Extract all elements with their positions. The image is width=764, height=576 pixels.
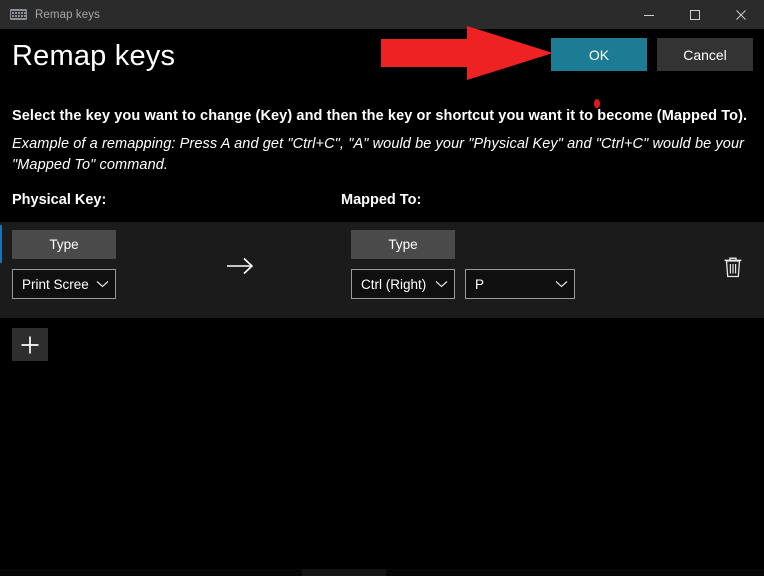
chevron-down-icon	[428, 280, 454, 288]
window-controls	[626, 0, 764, 29]
ok-button[interactable]: OK	[551, 38, 647, 71]
trash-icon	[724, 257, 742, 278]
remap-rows-list: Type Print Scree Type Ctrl (Right) P	[0, 222, 764, 318]
maximize-button[interactable]	[672, 0, 718, 29]
physical-key-select[interactable]: Print Scree	[12, 269, 116, 299]
row-focus-indicator	[0, 225, 2, 263]
column-header-mapped-to: Mapped To:	[341, 192, 422, 208]
mapped-to-value-1: Ctrl (Right)	[361, 276, 427, 292]
keyboard-icon	[10, 9, 27, 20]
taskbar-artifact	[302, 569, 386, 576]
maximize-icon	[690, 9, 700, 20]
red-arrow-annotation	[381, 26, 553, 80]
physical-key-value: Print Scree	[22, 276, 89, 292]
plus-icon	[21, 336, 39, 353]
instruction-example: Example of a remapping: Press A and get …	[12, 136, 745, 173]
close-button[interactable]	[718, 0, 764, 29]
table-row: Type Print Scree Type Ctrl (Right) P	[0, 222, 764, 318]
type-mapped-to-button[interactable]: Type	[351, 230, 455, 259]
mapped-to-select-2[interactable]: P	[465, 269, 575, 299]
title-bar-left: Remap keys	[0, 9, 626, 21]
delete-row-button[interactable]	[719, 253, 747, 281]
cancel-button[interactable]: Cancel	[657, 38, 753, 71]
minimize-icon	[644, 14, 654, 16]
remap-keys-window: Remap keys Remap keys OK Cancel Select t…	[0, 0, 764, 576]
right-arrow-icon	[227, 257, 254, 275]
dialog-action-buttons: OK Cancel	[551, 38, 753, 71]
mapped-to-select-1[interactable]: Ctrl (Right)	[351, 269, 455, 299]
chevron-down-icon	[548, 280, 574, 288]
instruction-primary: Select the key you want to change (Key) …	[12, 108, 748, 124]
close-icon	[736, 9, 746, 20]
page-title: Remap keys	[12, 40, 176, 72]
type-physical-key-button[interactable]: Type	[12, 230, 116, 259]
chevron-down-icon	[89, 280, 115, 288]
add-remap-button[interactable]	[12, 328, 48, 361]
mapped-to-value-2: P	[475, 276, 485, 292]
title-bar: Remap keys	[0, 0, 764, 29]
column-header-physical-key: Physical Key:	[12, 192, 107, 208]
column-headers: Physical Key: Mapped To:	[0, 192, 764, 212]
red-dot-marker	[594, 99, 600, 108]
window-title: Remap keys	[35, 8, 100, 21]
minimize-button[interactable]	[626, 0, 672, 29]
